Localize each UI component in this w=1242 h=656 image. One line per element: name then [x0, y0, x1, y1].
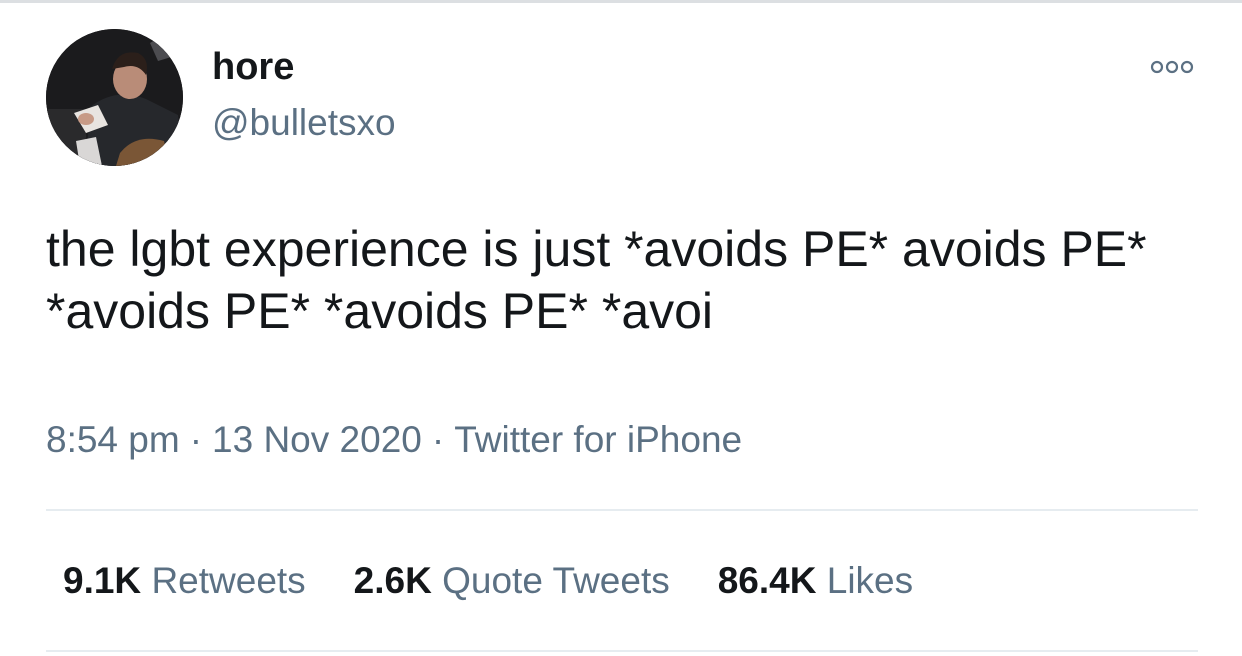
- display-name[interactable]: hore: [212, 44, 294, 90]
- tweet-time[interactable]: 8:54 pm: [46, 419, 180, 460]
- likes-stat[interactable]: 86.4K Likes: [718, 558, 913, 604]
- tweet-card: hore @bulletsxo the lgbt experience is j…: [0, 0, 1242, 656]
- quote-tweets-count: 2.6K: [353, 560, 432, 601]
- tweet-text: the lgbt experience is just *avoids PE* …: [46, 221, 1147, 339]
- profile-photo-icon: [46, 29, 183, 166]
- avatar[interactable]: [46, 29, 183, 166]
- retweets-stat[interactable]: 9.1K Retweets: [63, 558, 306, 604]
- tweet-date[interactable]: 13 Nov 2020: [212, 419, 422, 460]
- tweet-metadata: 8:54 pm · 13 Nov 2020 · Twitter for iPhone: [46, 417, 742, 463]
- likes-count: 86.4K: [717, 560, 817, 601]
- quote-tweets-stat[interactable]: 2.6K Quote Tweets: [354, 558, 670, 604]
- retweets-label: Retweets: [151, 560, 306, 601]
- more-options-icon: [1150, 60, 1194, 74]
- likes-label: Likes: [826, 560, 914, 601]
- user-handle[interactable]: @bulletsxo: [212, 100, 396, 146]
- engagement-stats: 9.1K Retweets 2.6K Quote Tweets 86.4K Li…: [46, 558, 961, 604]
- tweet-source[interactable]: Twitter for iPhone: [454, 419, 742, 460]
- divider: [46, 650, 1198, 652]
- quote-tweets-label: Quote Tweets: [442, 560, 670, 601]
- top-border: [0, 0, 1242, 3]
- retweets-count: 9.1K: [63, 560, 142, 601]
- more-options-button[interactable]: [1142, 52, 1202, 82]
- meta-separator: ·: [431, 419, 445, 460]
- divider: [46, 509, 1198, 511]
- meta-separator: ·: [189, 419, 203, 460]
